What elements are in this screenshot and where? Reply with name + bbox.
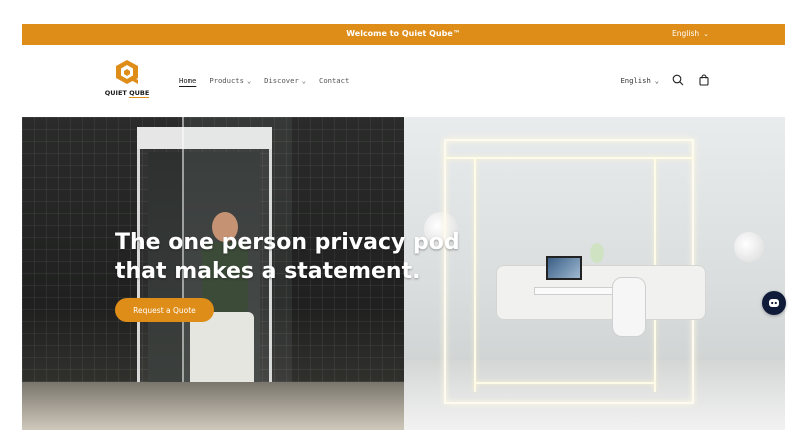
site-header: QUIET QUBE Home Products ⌄ Discover ⌄ Cont… [22, 45, 785, 117]
chevron-down-icon: ⌄ [301, 77, 306, 85]
announcement-bar: Welcome to Quiet Qube™ English ⌄ [22, 24, 785, 45]
chevron-down-icon: ⌄ [654, 76, 659, 85]
language-selector[interactable]: English ⌄ [620, 76, 659, 85]
brand-wordmark: QUIET QUBE [104, 89, 150, 98]
chat-widget-button[interactable] [762, 291, 786, 315]
chevron-down-icon: ⌄ [703, 30, 709, 38]
light-frame-line [444, 157, 694, 159]
nav-item-discover[interactable]: Discover ⌄ [264, 76, 306, 85]
nav-item-contact[interactable]: Contact [319, 76, 349, 85]
office-chair [612, 277, 646, 337]
nav-item-home[interactable]: Home [179, 76, 196, 85]
cart-icon[interactable] [697, 73, 711, 87]
cube-logo-icon [116, 60, 138, 84]
hero-banner: The one person privacy pod that makes a s… [22, 117, 785, 430]
page: Welcome to Quiet Qube™ English ⌄ QUIET QU… [0, 0, 806, 439]
monitor [546, 256, 582, 280]
chat-bot-icon [769, 299, 779, 307]
announcement-text: Welcome to Quiet Qube™ [346, 29, 461, 38]
search-icon[interactable] [671, 73, 685, 87]
header-tools: English ⌄ [620, 73, 711, 87]
request-quote-button[interactable]: Request a Quote [115, 298, 214, 322]
brand-logo[interactable]: QUIET QUBE [102, 59, 152, 101]
chevron-down-icon: ⌄ [246, 77, 252, 85]
light-frame-line [474, 382, 656, 384]
decor-sphere [734, 232, 764, 262]
floor [22, 382, 404, 430]
nav-item-products[interactable]: Products ⌄ [209, 76, 251, 85]
announcement-language-selector[interactable]: English ⌄ [672, 29, 709, 38]
plant [590, 243, 604, 263]
announcement-language-label: English [672, 29, 700, 38]
main-nav: Home Products ⌄ Discover ⌄ Contact [179, 76, 349, 85]
hero-title: The one person privacy pod that makes a s… [115, 230, 460, 284]
